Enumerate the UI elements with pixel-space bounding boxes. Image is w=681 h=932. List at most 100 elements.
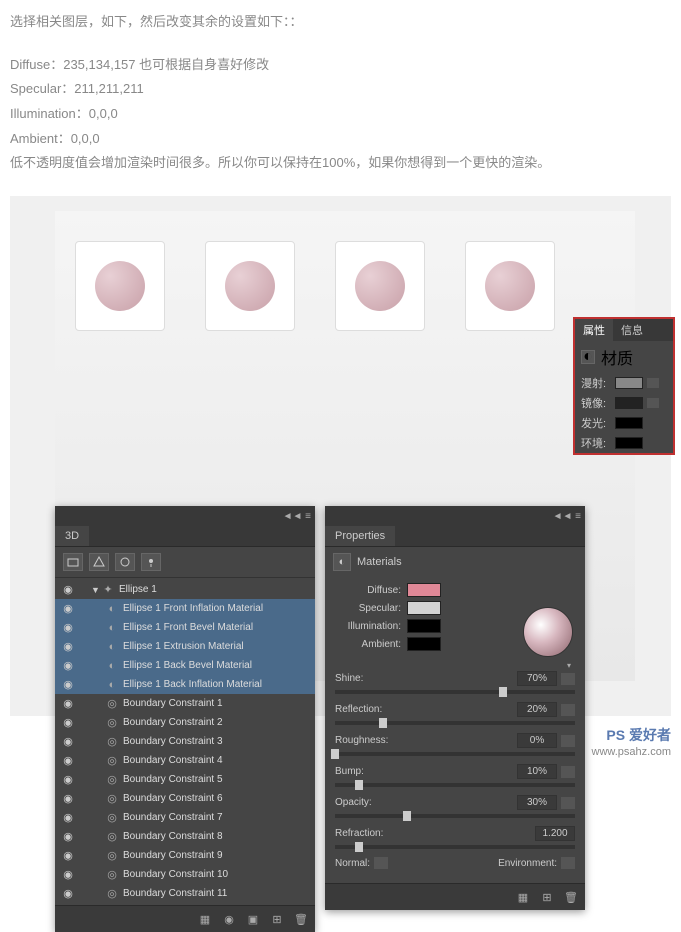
tree-material[interactable]: ◉◐Ellipse 1 Back Bevel Material bbox=[55, 656, 315, 675]
folder-icon[interactable] bbox=[647, 378, 659, 388]
render-icon[interactable]: ▦ bbox=[195, 910, 215, 928]
reflection-slider[interactable] bbox=[335, 721, 575, 725]
diffuse-swatch[interactable] bbox=[407, 583, 441, 597]
tab-properties[interactable]: Properties bbox=[325, 526, 395, 546]
render-icon[interactable]: ▦ bbox=[513, 888, 533, 906]
tree-label: Ellipse 1 Back Bevel Material bbox=[123, 660, 311, 671]
tree-constraint[interactable]: ◉◎Boundary Constraint 11 bbox=[55, 884, 315, 903]
material-preview[interactable] bbox=[523, 607, 573, 657]
constraint-icon: ◎ bbox=[105, 811, 119, 825]
new-icon[interactable]: ⊞ bbox=[267, 910, 287, 928]
folder-icon[interactable] bbox=[561, 797, 575, 809]
3d-tree: ◉ ▼ ✦ Ellipse 1 ◉◐Ellipse 1 Front Inflat… bbox=[55, 578, 315, 905]
tree-constraint[interactable]: ◉ ◎ Boundary Constraint 2 bbox=[55, 713, 315, 732]
tree-root[interactable]: ◉ ▼ ✦ Ellipse 1 bbox=[55, 580, 315, 599]
visibility-icon[interactable]: ◉ bbox=[59, 811, 77, 824]
filter-scene-icon[interactable] bbox=[63, 553, 83, 571]
visibility-icon[interactable]: ◉ bbox=[59, 659, 77, 672]
new-icon[interactable]: ⊞ bbox=[537, 888, 557, 906]
trash-icon[interactable]: 🗑 bbox=[291, 910, 311, 928]
ambient-swatch[interactable] bbox=[407, 637, 441, 651]
filter-material-icon[interactable] bbox=[115, 553, 135, 571]
illumination-swatch[interactable] bbox=[407, 619, 441, 633]
visibility-icon[interactable]: ◉ bbox=[59, 773, 77, 786]
opacity-slider[interactable] bbox=[335, 814, 575, 818]
reflection-value[interactable]: 20% bbox=[517, 702, 557, 717]
tree-label: Ellipse 1 Front Inflation Material bbox=[123, 603, 311, 614]
tree-material[interactable]: ◉◐Ellipse 1 Front Inflation Material bbox=[55, 599, 315, 618]
tree-constraint[interactable]: ◉◎Boundary Constraint 7 bbox=[55, 808, 315, 827]
tree-constraint[interactable]: ◉◎Boundary Constraint 8 bbox=[55, 827, 315, 846]
panel-3d-header[interactable]: ◄◄ ≡ bbox=[55, 506, 315, 526]
visibility-icon[interactable]: ◉ bbox=[59, 792, 77, 805]
refraction-slider[interactable] bbox=[335, 845, 575, 849]
shine-value[interactable]: 70% bbox=[517, 671, 557, 686]
roughness-value[interactable]: 0% bbox=[517, 733, 557, 748]
visibility-icon[interactable]: ◉ bbox=[59, 640, 77, 653]
specular-label-zh: 镜像: bbox=[581, 395, 615, 411]
opacity-value[interactable]: 30% bbox=[517, 795, 557, 810]
visibility-icon[interactable]: ◉ bbox=[59, 830, 77, 843]
visibility-icon[interactable]: ◉ bbox=[59, 849, 77, 862]
visibility-icon[interactable]: ◉ bbox=[59, 868, 77, 881]
visibility-icon[interactable]: ◉ bbox=[59, 887, 77, 900]
folder-icon[interactable] bbox=[647, 398, 659, 408]
folder-icon[interactable] bbox=[561, 766, 575, 778]
visibility-icon[interactable]: ◉ bbox=[59, 583, 77, 596]
visibility-icon[interactable]: ◉ bbox=[59, 697, 77, 710]
visibility-icon[interactable]: ◉ bbox=[59, 754, 77, 767]
bump-slider[interactable] bbox=[335, 783, 575, 787]
environment-label: Environment: bbox=[498, 858, 557, 869]
dropdown-icon[interactable]: ▾ bbox=[567, 661, 571, 670]
tab-info-zh[interactable]: 信息 bbox=[613, 319, 651, 341]
illum-swatch-zh[interactable] bbox=[615, 417, 643, 429]
shine-slider[interactable] bbox=[335, 690, 575, 694]
tree-material[interactable]: ◉◐Ellipse 1 Front Bevel Material bbox=[55, 618, 315, 637]
folder-icon[interactable] bbox=[561, 704, 575, 716]
camera-icon[interactable]: ▣ bbox=[243, 910, 263, 928]
visibility-icon[interactable]: ◉ bbox=[59, 678, 77, 691]
collapse-icon[interactable]: ◄◄ ≡ bbox=[283, 511, 311, 522]
mesh-icon: ✦ bbox=[101, 583, 115, 597]
normal-label: Normal: bbox=[335, 858, 370, 869]
constraint-icon: ◎ bbox=[105, 716, 119, 730]
panel-3d: ◄◄ ≡ 3D ◉ ▼ ✦ Ellipse 1 ◉◐Ellipse 1 Fron… bbox=[55, 506, 315, 932]
specular-swatch-zh[interactable] bbox=[615, 397, 643, 409]
panel-props-header[interactable]: ◄◄ ≡ bbox=[325, 506, 585, 526]
visibility-icon[interactable]: ◉ bbox=[59, 716, 77, 729]
section-title-zh: 材质 bbox=[601, 345, 633, 369]
tab-properties-zh[interactable]: 属性 bbox=[575, 319, 613, 341]
folder-icon[interactable] bbox=[374, 857, 388, 869]
tree-label: Boundary Constraint 2 bbox=[123, 717, 311, 728]
light-icon[interactable]: ◉ bbox=[219, 910, 239, 928]
tree-material[interactable]: ◉◐Ellipse 1 Back Inflation Material bbox=[55, 675, 315, 694]
tree-label: Boundary Constraint 9 bbox=[123, 850, 311, 861]
tree-constraint[interactable]: ◉◎Boundary Constraint 5 bbox=[55, 770, 315, 789]
visibility-icon[interactable]: ◉ bbox=[59, 735, 77, 748]
diffuse-swatch-zh[interactable] bbox=[615, 377, 643, 389]
visibility-icon[interactable]: ◉ bbox=[59, 621, 77, 634]
tree-constraint[interactable]: ◉◎Boundary Constraint 6 bbox=[55, 789, 315, 808]
tree-constraint[interactable]: ◉◎Boundary Constraint 4 bbox=[55, 751, 315, 770]
tree-material[interactable]: ◉◐Ellipse 1 Extrusion Material bbox=[55, 637, 315, 656]
ambient-swatch-zh[interactable] bbox=[615, 437, 643, 449]
folder-icon[interactable] bbox=[561, 857, 575, 869]
filter-light-icon[interactable] bbox=[141, 553, 161, 571]
tree-constraint[interactable]: ◉◎Boundary Constraint 3 bbox=[55, 732, 315, 751]
bump-value[interactable]: 10% bbox=[517, 764, 557, 779]
trash-icon[interactable]: 🗑 bbox=[561, 888, 581, 906]
specular-swatch[interactable] bbox=[407, 601, 441, 615]
tab-3d[interactable]: 3D bbox=[55, 526, 89, 546]
refraction-value[interactable]: 1.200 bbox=[535, 826, 575, 841]
tree-constraint[interactable]: ◉◎Boundary Constraint 10 bbox=[55, 865, 315, 884]
twisty-icon[interactable]: ▼ bbox=[91, 585, 101, 595]
tree-constraint[interactable]: ◉◎Boundary Constraint 1 bbox=[55, 694, 315, 713]
folder-icon[interactable] bbox=[561, 673, 575, 685]
collapse-icon[interactable]: ◄◄ ≡ bbox=[553, 511, 581, 522]
tree-constraint[interactable]: ◉◎Boundary Constraint 9 bbox=[55, 846, 315, 865]
filter-mesh-icon[interactable] bbox=[89, 553, 109, 571]
visibility-icon[interactable]: ◉ bbox=[59, 602, 77, 615]
folder-icon[interactable] bbox=[561, 735, 575, 747]
roughness-slider[interactable] bbox=[335, 752, 575, 756]
article-illumination: Illumination：0,0,0 bbox=[10, 102, 671, 127]
